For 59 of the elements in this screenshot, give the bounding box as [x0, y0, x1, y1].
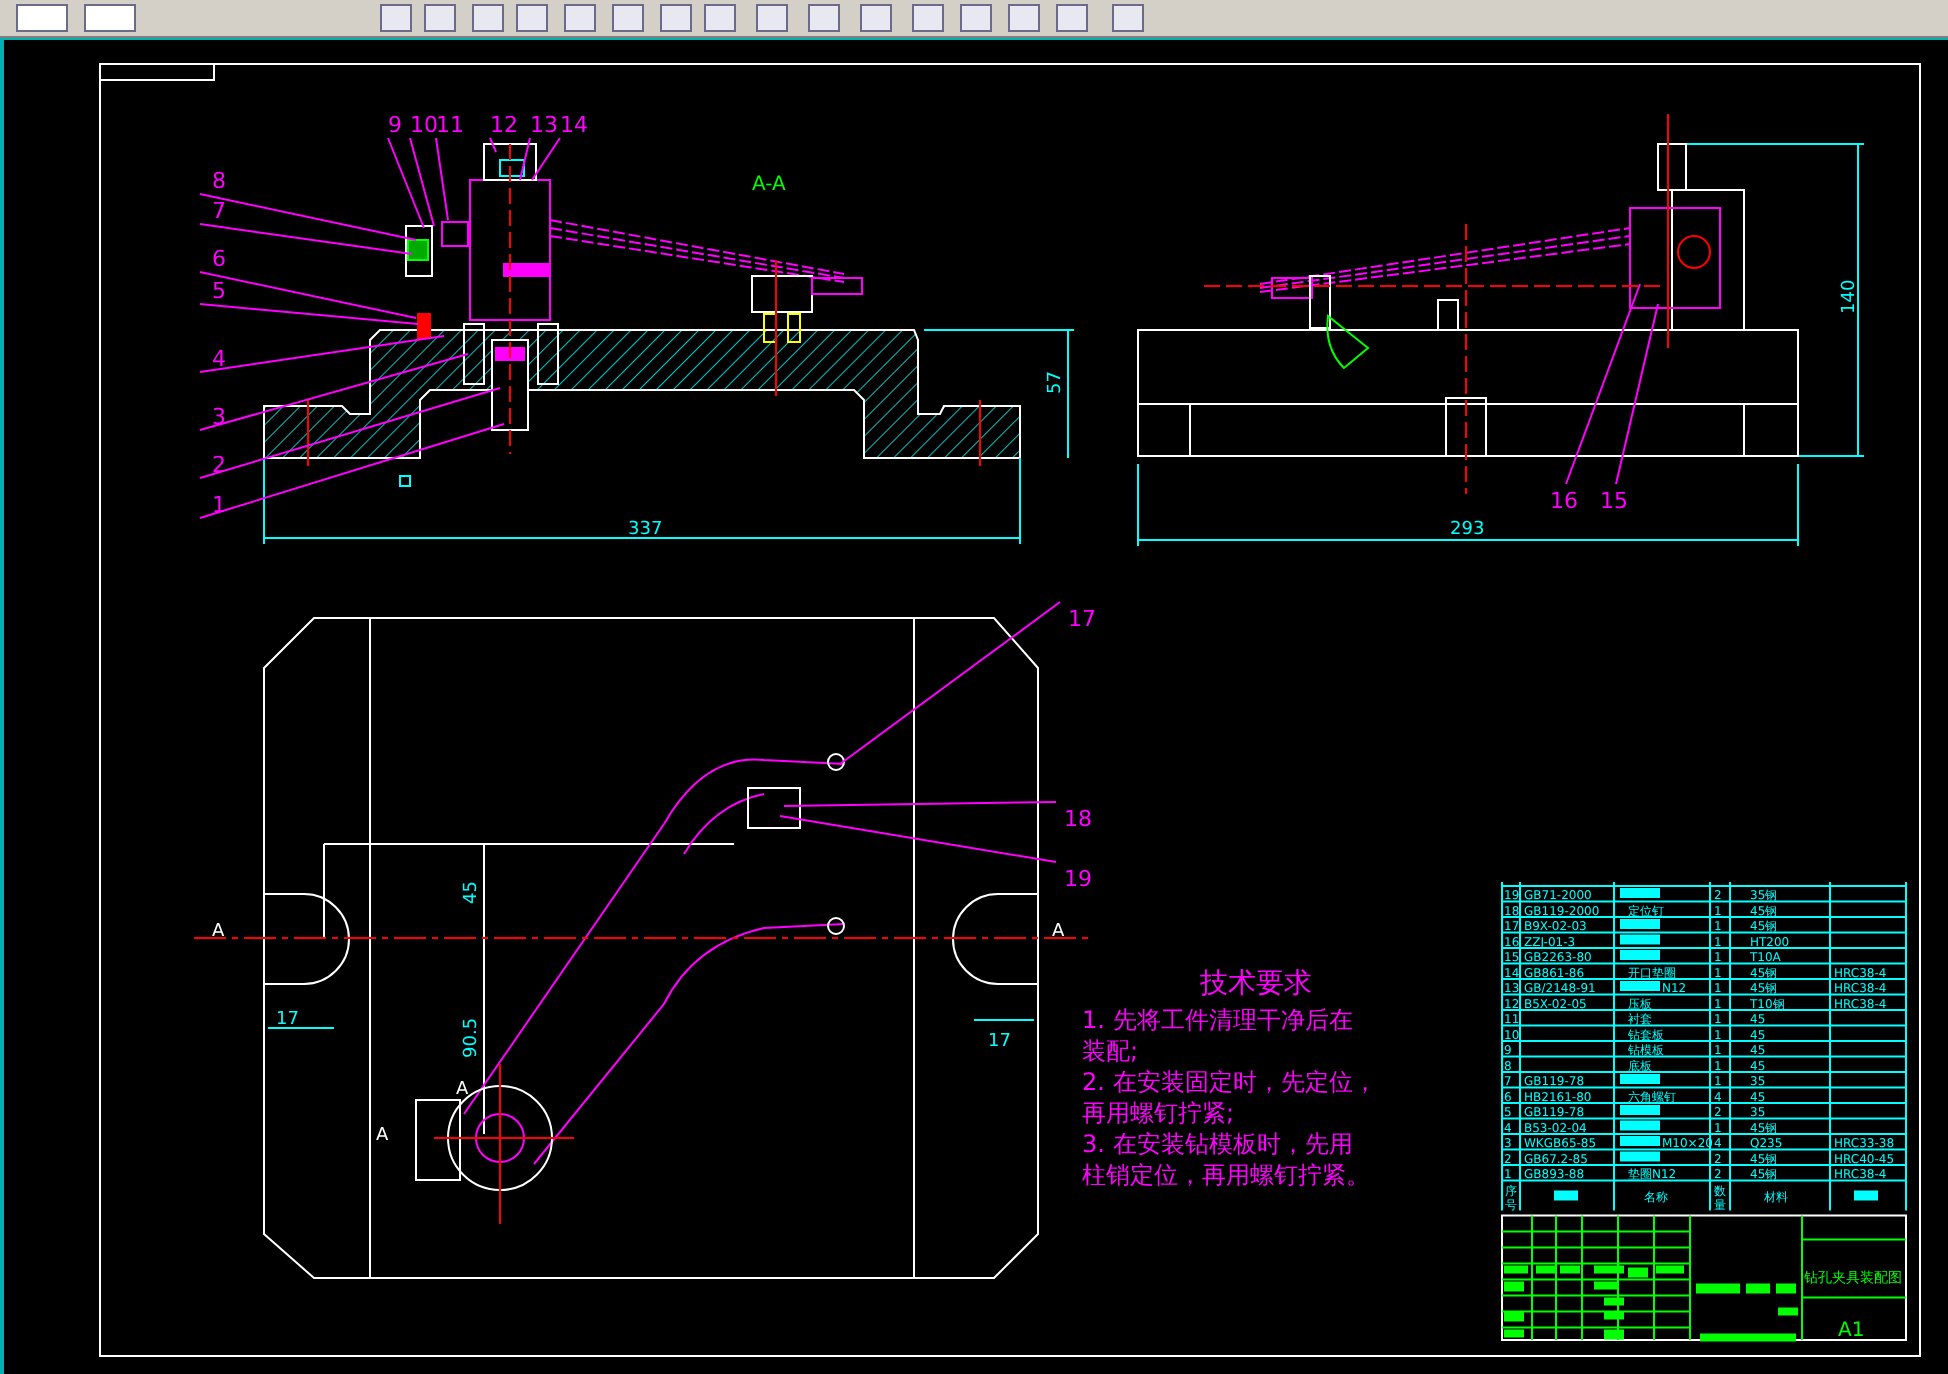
- part-number-label: 19: [1064, 866, 1092, 892]
- requirements-text: 柱销定位，再用螺钉拧紧。: [1082, 1161, 1370, 1189]
- section-mark: A: [456, 1080, 469, 1100]
- toolbar-icon[interactable]: [860, 4, 892, 32]
- toolbar-icon[interactable]: [612, 4, 644, 32]
- leader-line: [489, 137, 497, 153]
- toolbar-icon[interactable]: [808, 4, 840, 32]
- toolbar-icon[interactable]: [1008, 4, 1040, 32]
- filled-block: [1554, 1190, 1578, 1201]
- dimension-label: 45: [462, 881, 482, 904]
- toolbar-icon[interactable]: [380, 4, 412, 32]
- requirements-text: 1. 先将工件清理干净后在: [1082, 1006, 1353, 1034]
- part-number-label: 14: [560, 112, 588, 138]
- filled-block: [1854, 1190, 1878, 1201]
- toolbar-icon[interactable]: [660, 4, 692, 32]
- dimension-label: 17: [988, 1032, 1011, 1052]
- requirements-text: 3. 在安装钻模板时，先用: [1082, 1130, 1353, 1158]
- part-number-label: 17: [1068, 606, 1096, 632]
- dimension-label: 293: [1450, 520, 1485, 540]
- part-number-label: 8: [212, 168, 226, 194]
- part-number-label: 18: [1064, 806, 1092, 832]
- part-number-label: 15: [1600, 488, 1628, 514]
- toolbar-icon[interactable]: [516, 4, 548, 32]
- part-number-label: 4: [212, 346, 226, 372]
- part-number-label: 11: [436, 112, 464, 138]
- requirements-text: 装配;: [1082, 1037, 1139, 1065]
- part-number-label: 3: [212, 404, 226, 430]
- toolbar-icon[interactable]: [960, 4, 992, 32]
- requirements-text: 再用螺钉拧紧;: [1082, 1099, 1235, 1127]
- section-mark: A: [212, 922, 225, 942]
- toolbar-icon[interactable]: [564, 4, 596, 32]
- toolbar-icon[interactable]: [704, 4, 736, 32]
- toolbar-icon[interactable]: [1112, 4, 1144, 32]
- part-number-label: 13: [530, 112, 558, 138]
- dimension-label: 17: [276, 1010, 299, 1030]
- toolbar-icon[interactable]: [84, 4, 136, 32]
- part-number-label: 5: [212, 278, 226, 304]
- section-mark: A: [376, 1126, 389, 1146]
- toolbar-icon[interactable]: [756, 4, 788, 32]
- dimension-label: 140: [1840, 279, 1860, 314]
- part-number-label: 7: [212, 198, 226, 224]
- toolbar-icon[interactable]: [912, 4, 944, 32]
- part-number-label: 12: [490, 112, 518, 138]
- section-mark: A: [1052, 922, 1065, 942]
- part-number-label: 6: [212, 246, 226, 272]
- dimension-label: 57: [1046, 371, 1066, 394]
- part-number-label: 16: [1550, 488, 1578, 514]
- requirements-text: 2. 在安装固定时，先定位，: [1082, 1068, 1377, 1096]
- part-number-label: 9: [388, 112, 402, 138]
- dimension-label: 90.5: [462, 1017, 482, 1058]
- toolbar-icon[interactable]: [1056, 4, 1088, 32]
- dimension-label: 337: [628, 520, 663, 540]
- part-number-label: 10: [410, 112, 438, 138]
- toolbar-icon[interactable]: [16, 4, 68, 32]
- sheet-size-label: A1: [1838, 1319, 1865, 1342]
- toolbar-icon[interactable]: [424, 4, 456, 32]
- requirements-title: 技术要求: [1200, 968, 1312, 1000]
- toolbar-icon[interactable]: [472, 4, 504, 32]
- section-label: A-A: [752, 174, 786, 196]
